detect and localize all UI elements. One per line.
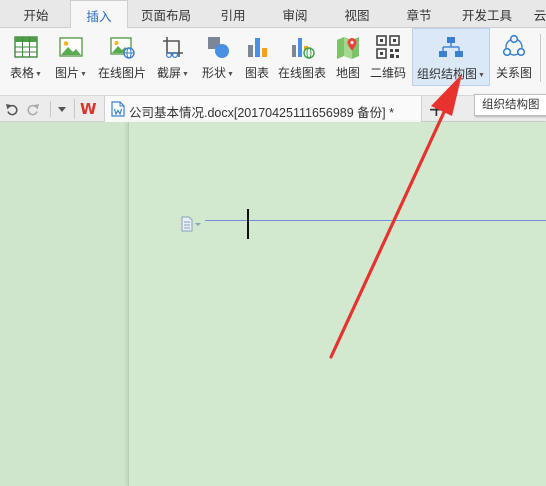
tab-insert[interactable]: 插入: [70, 0, 128, 29]
tab-label: 章节: [406, 9, 432, 23]
tab-label: 审阅: [282, 9, 308, 23]
tab-chapter[interactable]: 章节: [396, 0, 442, 28]
map-label: 地图: [335, 66, 360, 80]
paragraph-line: [205, 220, 546, 221]
tab-cloud[interactable]: 云: [530, 0, 546, 28]
map-icon: [337, 37, 359, 59]
paragraph-handle-icon[interactable]: [181, 216, 203, 232]
relationship-label: 关系图: [495, 66, 532, 80]
screenshot-label: 截屏: [157, 66, 182, 80]
map-button[interactable]: 地图: [332, 28, 364, 86]
wps-logo[interactable]: W: [80, 100, 97, 118]
document-tab-bar: W 公司基本情况.docx[20170425111656989 备份] * +: [0, 96, 546, 122]
table-button[interactable]: 表格▼: [4, 28, 48, 86]
tab-references[interactable]: 引用: [210, 0, 256, 28]
org-chart-icon: [439, 37, 463, 57]
document-tab-title: 公司基本情况.docx[20170425111656989 备份] *: [129, 102, 394, 121]
chart-label: 图表: [244, 66, 269, 80]
org-chart-label: 组织结构图: [417, 67, 478, 81]
picture-label: 图片: [55, 66, 80, 80]
tab-label: 插入: [86, 10, 112, 24]
chevron-down-icon[interactable]: ▼: [80, 71, 87, 78]
document-page[interactable]: [128, 122, 546, 486]
toolbar-divider: [50, 101, 51, 117]
chevron-down-icon[interactable]: ▼: [478, 72, 485, 79]
chevron-down-icon[interactable]: ▼: [182, 71, 189, 78]
chart-button[interactable]: 图表: [240, 28, 274, 86]
shapes-label: 形状: [202, 66, 227, 80]
insert-ribbon: 表格▼ 图片▼ 在线图片 截屏▼ 形状▼ 图表 在线图表 地图 二维码 组织结构…: [0, 28, 546, 96]
tab-label: 页面布局: [140, 9, 191, 23]
tooltip: 组织结构图: [474, 94, 546, 116]
tab-label: 开发工具: [461, 9, 512, 23]
tab-view[interactable]: 视图: [334, 0, 380, 28]
chevron-down-icon[interactable]: ▼: [227, 71, 234, 78]
tab-home[interactable]: 开始: [10, 0, 62, 28]
toolbar-divider: [74, 99, 75, 119]
undo-icon[interactable]: [5, 102, 19, 116]
tab-label: 视图: [344, 9, 370, 23]
qrcode-button[interactable]: 二维码: [366, 28, 410, 86]
menu-tab-bar: 开始 插入 页面布局 引用 审阅 视图 章节 开发工具 云: [0, 0, 546, 29]
table-icon: [14, 36, 38, 58]
shapes-icon: [208, 37, 229, 58]
ribbon-divider: [540, 34, 541, 82]
qrcode-label: 二维码: [369, 66, 406, 80]
relationship-icon: [502, 34, 526, 57]
picture-icon: [59, 37, 83, 57]
new-tab-button[interactable]: +: [428, 97, 445, 121]
online-chart-label: 在线图表: [277, 66, 326, 80]
document-tab[interactable]: 公司基本情况.docx[20170425111656989 备份] *: [104, 96, 422, 122]
relationship-button[interactable]: 关系图: [494, 28, 534, 86]
tab-review[interactable]: 审阅: [272, 0, 318, 28]
tab-label: 引用: [220, 9, 246, 23]
picture-button[interactable]: 图片▼: [50, 28, 92, 86]
chevron-down-icon[interactable]: ▼: [35, 71, 42, 78]
tab-label: 开始: [23, 9, 49, 23]
screenshot-button[interactable]: 截屏▼: [152, 28, 194, 86]
screenshot-icon: [163, 37, 183, 59]
table-label: 表格: [10, 66, 35, 80]
redo-icon[interactable]: [26, 102, 40, 116]
text-cursor: [247, 209, 249, 239]
tab-label: 云: [533, 9, 546, 23]
shapes-button[interactable]: 形状▼: [196, 28, 240, 86]
tab-developer-tools[interactable]: 开发工具: [456, 0, 518, 28]
document-title: 公司基本情况.docx[20170425111656989 备份]: [129, 106, 386, 120]
online-picture-button[interactable]: 在线图片: [96, 28, 148, 86]
tab-page-layout[interactable]: 页面布局: [134, 0, 198, 28]
online-chart-button[interactable]: 在线图表: [276, 28, 328, 86]
tooltip-text: 组织结构图: [482, 99, 540, 111]
qrcode-icon: [376, 35, 400, 59]
online-picture-icon: [110, 37, 135, 59]
document-area[interactable]: [0, 122, 546, 486]
chevron-down-icon[interactable]: [57, 105, 67, 113]
chart-icon: [248, 38, 267, 57]
org-chart-button[interactable]: 组织结构图▼: [412, 28, 490, 86]
word-document-icon: [111, 101, 125, 117]
online-picture-label: 在线图片: [97, 66, 146, 80]
online-chart-icon: [292, 38, 315, 59]
modified-indicator: *: [389, 106, 394, 120]
